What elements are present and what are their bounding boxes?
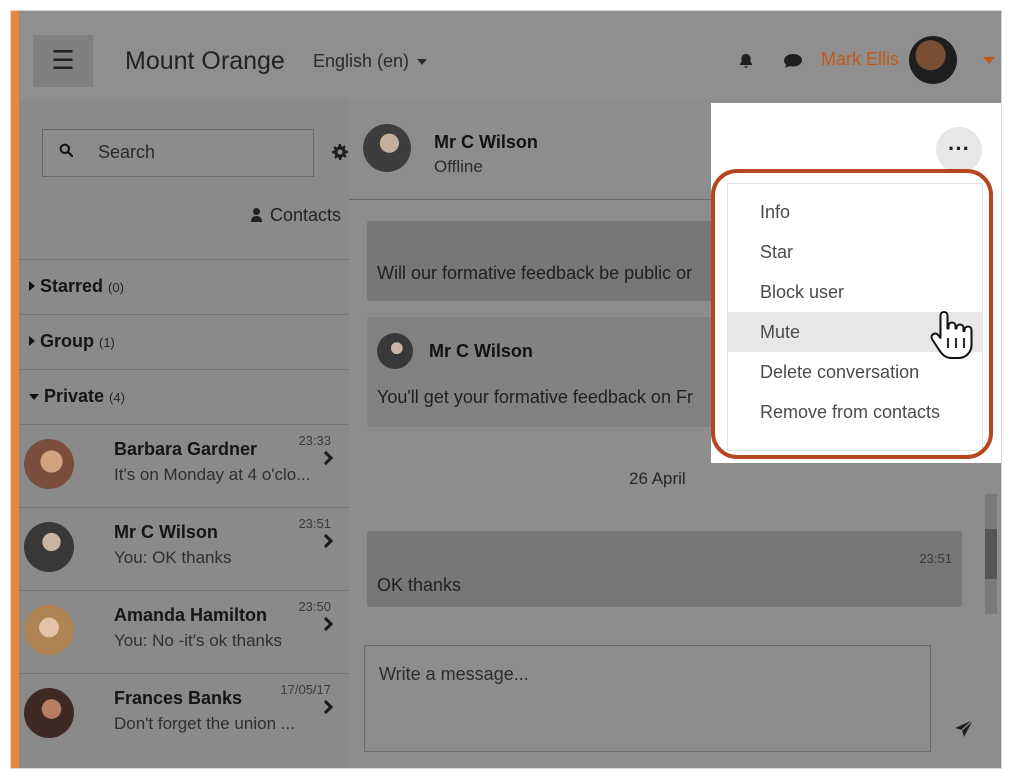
list-item[interactable]: Mr C Wilson You: OK thanks 23:51 xyxy=(19,507,349,590)
contact-preview: You: OK thanks xyxy=(114,548,232,567)
list-item[interactable]: Frances Banks Don't forget the union ...… xyxy=(19,673,349,756)
caret-down-icon xyxy=(29,394,39,400)
messaging-window: ☰ Mount Orange English (en) Mark Ellis S… xyxy=(10,10,1002,769)
avatar xyxy=(377,333,413,369)
message-text: OK thanks xyxy=(377,575,462,595)
avatar xyxy=(24,688,74,738)
top-navbar: ☰ Mount Orange English (en) Mark Ellis xyxy=(11,11,1001,99)
chevron-right-icon xyxy=(318,616,334,632)
menu-item-remove-from-contacts[interactable]: Remove from contacts xyxy=(728,392,982,432)
contact-preview: Don't forget the union ... xyxy=(114,714,295,733)
message-time: 23:51 xyxy=(919,551,952,566)
contact-preview: You: No -it's ok thanks xyxy=(114,631,282,650)
chat-icon[interactable] xyxy=(783,53,803,69)
message-placeholder: Write a message... xyxy=(379,664,529,684)
contact-preview: It's on Monday at 4 o'clo... xyxy=(114,465,311,484)
contact-name: Mr C Wilson xyxy=(114,522,218,542)
section-count: (1) xyxy=(99,335,115,350)
menu-item-star[interactable]: Star xyxy=(728,232,982,272)
contact-name: Barbara Gardner xyxy=(114,439,258,459)
section-group[interactable]: Group (1) xyxy=(19,314,349,369)
language-selector[interactable]: English (en) xyxy=(313,51,428,72)
message-bubble: 23:51 OK thanks xyxy=(367,531,962,607)
conversation-actions-panel: ··· Info Star Block user Mute Delete con… xyxy=(711,103,1001,463)
user-menu-name[interactable]: Mark Ellis xyxy=(821,49,899,70)
user-menu-chevron-icon[interactable] xyxy=(983,57,995,64)
contact-time: 23:50 xyxy=(298,599,331,614)
chevron-right-icon xyxy=(318,450,334,466)
message-text: Will our formative feedback be public or xyxy=(377,263,693,283)
contact-time: 23:33 xyxy=(298,433,331,448)
chevron-right-icon xyxy=(318,699,334,715)
caret-right-icon xyxy=(29,281,35,291)
conversation-contact-name[interactable]: Mr C Wilson xyxy=(434,132,538,153)
section-title: Group xyxy=(40,331,94,351)
site-name[interactable]: Mount Orange xyxy=(125,47,285,76)
avatar xyxy=(24,439,74,489)
menu-item-info[interactable]: Info xyxy=(728,192,982,232)
search-icon xyxy=(59,143,73,157)
cursor-hand-icon xyxy=(930,311,973,359)
search-placeholder: Search xyxy=(98,142,156,162)
messaging-sidebar: Search Contacts Starred (0) Group (1) Priv… xyxy=(19,99,349,768)
message-input[interactable]: Write a message... xyxy=(364,645,931,752)
avatar xyxy=(24,522,74,572)
menu-icon[interactable]: ☰ xyxy=(33,35,93,87)
contacts-label: Contacts xyxy=(269,205,341,225)
language-label: English (en) xyxy=(313,51,410,71)
contact-name: Frances Banks xyxy=(114,688,243,708)
gear-icon[interactable] xyxy=(331,143,349,161)
conversation-status: Offline xyxy=(434,157,483,176)
list-item[interactable]: Amanda Hamilton You: No -it's ok thanks … xyxy=(19,590,349,673)
section-count: (4) xyxy=(109,390,125,405)
section-title: Private xyxy=(44,386,105,406)
section-title: Starred xyxy=(40,276,104,296)
message-date: 26 April xyxy=(629,469,686,488)
bell-icon[interactable] xyxy=(739,53,753,69)
menu-item-block-user[interactable]: Block user xyxy=(728,272,982,312)
send-icon[interactable] xyxy=(954,719,974,739)
left-accent-strip xyxy=(11,11,19,768)
list-item[interactable]: Barbara Gardner It's on Monday at 4 o'cl… xyxy=(19,424,349,507)
avatar[interactable] xyxy=(363,124,411,172)
chevron-down-icon xyxy=(417,59,428,66)
section-starred[interactable]: Starred (0) xyxy=(19,259,349,314)
chevron-right-icon xyxy=(318,533,334,549)
caret-right-icon xyxy=(29,336,35,346)
contact-time: 23:51 xyxy=(298,516,331,531)
contact-name: Amanda Hamilton xyxy=(114,605,268,625)
avatar xyxy=(24,605,74,655)
section-private[interactable]: Private (4) xyxy=(19,369,349,424)
contacts-link[interactable]: Contacts xyxy=(250,205,341,226)
person-icon xyxy=(250,208,262,222)
section-count: (0) xyxy=(108,280,124,295)
scrollbar-thumb[interactable] xyxy=(985,529,997,579)
contact-time: 17/05/17 xyxy=(280,682,331,697)
search-input[interactable]: Search xyxy=(42,129,314,177)
message-text: You'll get your formative feedback on Fr xyxy=(377,387,693,407)
more-options-icon[interactable]: ··· xyxy=(936,127,982,173)
message-sender-name: Mr C Wilson xyxy=(429,341,533,361)
avatar[interactable] xyxy=(909,36,957,84)
